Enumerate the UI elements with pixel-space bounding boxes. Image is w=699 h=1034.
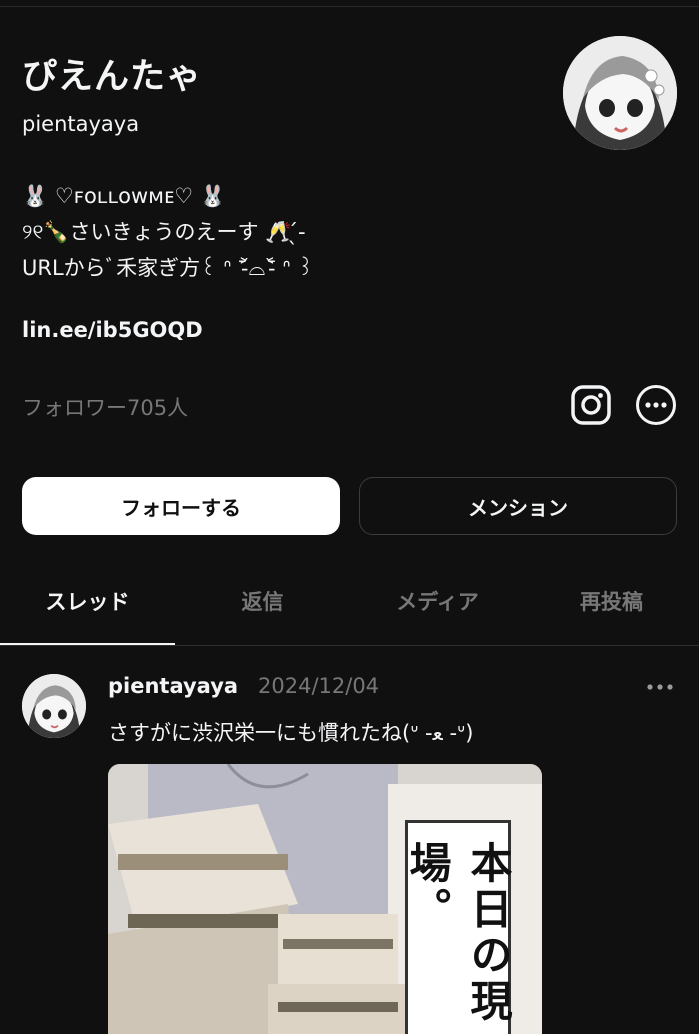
mention-button[interactable]: メンション [359,477,677,535]
post-avatar[interactable] [22,674,86,738]
image-caption-box: 本日の現場。 [403,820,513,1034]
instagram-icon[interactable] [570,384,612,426]
top-divider [0,6,699,7]
bio-line: ୨୧🍾さいきょうのえーす 🥂 ̖́- [22,220,306,244]
profile-bio: 🐰 ♡ꜰᴏʟʟᴏᴡᴍᴇ♡ 🐰 ୨୧🍾さいきょうのえーす 🥂 ̖́- URLからﾞ… [22,178,582,286]
bio-line: 🐰 ♡ꜰᴏʟʟᴏᴡᴍᴇ♡ 🐰 [22,184,226,208]
bio-line: URLからﾞ禾家ぎ方꒰ ᐢ ˃̵᷄⌓˂̵᷅ ᐢ ꒱ [22,256,314,280]
post-date: 2024/12/04 [258,674,380,698]
profile-link[interactable]: lin.ee/ib5GOQD [22,318,203,342]
follower-count[interactable]: フォロワー705人 [22,392,188,422]
profile-handle: pientayaya [22,112,140,136]
post-username[interactable]: pientayaya [108,674,238,698]
post-image[interactable]: 本日の現場。 [108,764,542,1034]
tab-divider [0,645,699,646]
tab-replies[interactable]: 返信 [175,586,350,622]
ellipsis-icon[interactable] [642,672,678,702]
more-circle-icon[interactable] [635,384,677,426]
tab-media[interactable]: メディア [350,586,525,622]
tab-threads[interactable]: スレッド [0,586,175,622]
profile-avatar[interactable] [563,36,677,150]
follow-button[interactable]: フォローする [22,477,340,535]
tab-reposts[interactable]: 再投稿 [524,586,699,622]
post-text: さすがに渋沢栄一にも慣れたね(ᐡ -ﻌ -ᐡ) [108,721,474,745]
profile-display-name: ぴえんたゃ [22,57,203,97]
image-caption: 本日の現場。 [403,841,513,1025]
